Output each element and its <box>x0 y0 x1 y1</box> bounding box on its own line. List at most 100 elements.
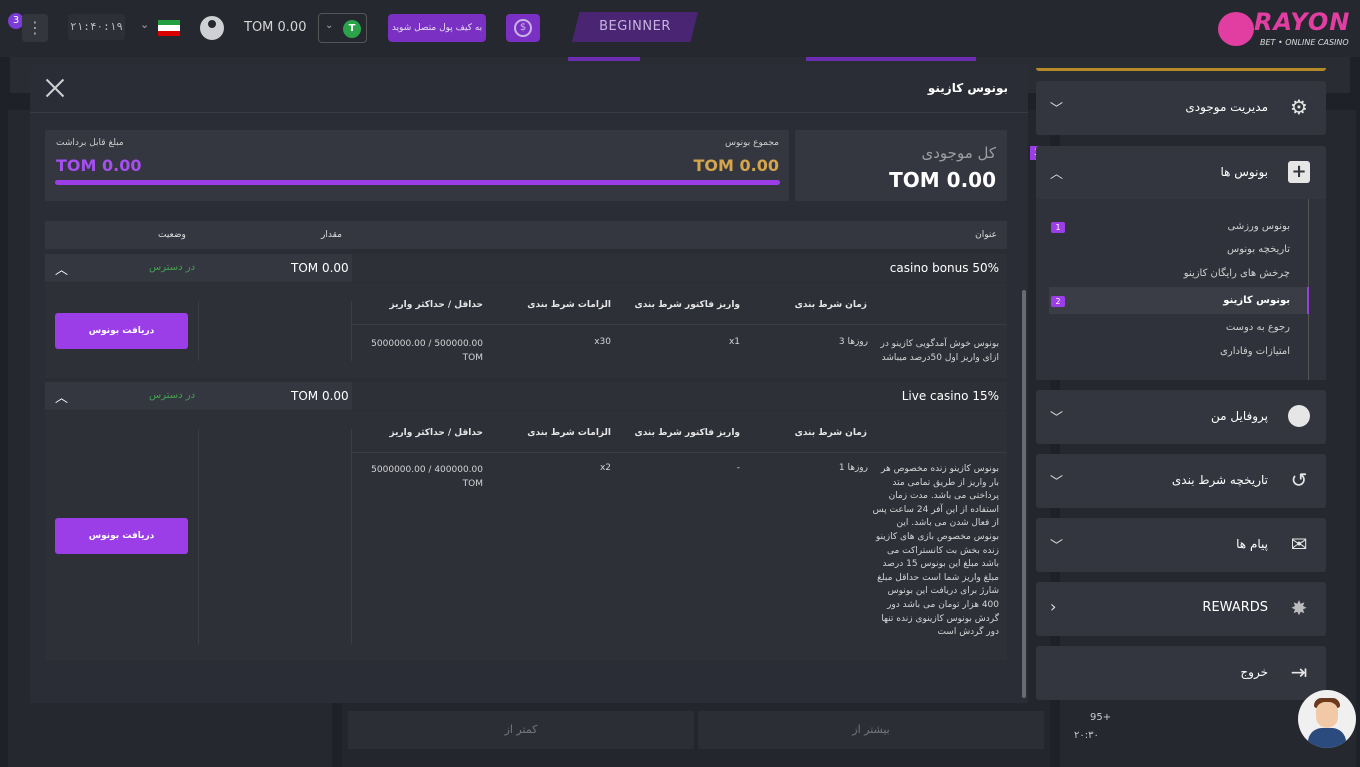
detail-col-time: زمان شرط بندی <box>794 300 867 310</box>
logo-subtitle: BET • ONLINE CASINO <box>1260 38 1349 47</box>
chevron-down-icon: ﹀ <box>1050 411 1064 426</box>
bonus-min-max: 5000000.00 / 400000.00 TOM <box>371 465 483 489</box>
submenu-item-free-spins[interactable]: چرخش های رایگان کازینو <box>1184 268 1290 279</box>
clock: ۲۱:۴۰:۱۹ <box>68 14 125 40</box>
deposit-button[interactable]: $ <box>506 14 540 42</box>
submenu-item-bonus-history[interactable]: تاریخچه بونوس <box>1227 244 1290 255</box>
chevron-up-icon[interactable]: ︿ <box>55 387 68 406</box>
modal-scrollbar[interactable] <box>1022 290 1026 698</box>
sidebar-item-logout[interactable]: خروج ⇥ <box>1036 646 1326 700</box>
casino-bonus-modal: بونوس کازینو کل موجودی TOM 0.00 مجموع بو… <box>30 65 1028 703</box>
tab-less-than[interactable]: کمتر از <box>348 711 694 749</box>
envelope-icon: ✉ <box>1290 532 1308 556</box>
bonus-description: بونوس خوش آمدگویی کازینو در ازای واریز ا… <box>880 339 999 363</box>
details-header: زمان شرط بندی واریز فاکتور شرط بندی الزا… <box>352 283 1007 325</box>
total-balance-label: کل موجودی <box>921 144 997 162</box>
detail-col-wagering: الزامات شرط بندی <box>527 428 611 438</box>
sidebar-item-label: بونوس ها <box>1220 165 1268 179</box>
history-icon: ↺ <box>1290 468 1308 492</box>
detail-col-wagering: الزامات شرط بندی <box>527 300 611 310</box>
support-avatar-face <box>1316 702 1338 728</box>
level-badge: BEGINNER <box>572 12 698 42</box>
sidebar-item-wallet-management[interactable]: مدیریت موجودی ⚙ ﹀ <box>1036 81 1326 135</box>
total-balance-value: TOM 0.00 <box>889 168 996 192</box>
flag-stripe-red <box>158 30 180 36</box>
user-avatar-icon[interactable] <box>200 16 224 40</box>
submenu-item-casino-bonus[interactable]: بونوس کازینو <box>1223 295 1290 306</box>
subnav-highlight <box>568 57 640 61</box>
submenu-item-sports-bonus[interactable]: بونوس ورزشی <box>1228 221 1291 232</box>
chevron-up-icon: ︿ <box>1050 167 1064 182</box>
modal-header: بونوس کازینو <box>30 65 1028 113</box>
chevron-up-icon[interactable]: ︿ <box>55 259 68 278</box>
chevron-down-icon: ﹀ <box>1050 102 1064 117</box>
chevron-down-icon[interactable]: ⌄ <box>140 18 149 31</box>
bonus-total-label: مجموع بونوس <box>724 138 779 148</box>
support-avatar-suit <box>1308 728 1346 748</box>
detail-col-min-max: حداقل / حداکثر واریز <box>389 428 484 438</box>
language-flag-icon[interactable] <box>158 20 180 36</box>
bonus-status: در دسترس <box>149 390 196 401</box>
gift-box-icon: + <box>1288 161 1310 183</box>
sidebar-item-label: REWARDS <box>1202 600 1268 615</box>
bonus-deposit-factor: x1 <box>728 337 740 347</box>
logo-mark-icon <box>1218 12 1254 46</box>
bonus-details-live-casino: دریافت بونوس زمان شرط بندی واریز فاکتور … <box>45 411 1007 660</box>
sidebar-item-label: تاریخچه شرط بندی <box>1171 473 1268 487</box>
sidebar-item-bonuses[interactable]: بونوس ها + ︿ <box>1036 146 1326 200</box>
withdrawable-label: مبلغ قابل برداشت <box>56 138 124 148</box>
close-icon[interactable] <box>44 77 66 99</box>
details-header: زمان شرط بندی واریز فاکتور شرط بندی الزا… <box>352 411 1007 453</box>
bonus-title: casino bonus 50% <box>889 261 999 275</box>
submenu-item-refer-friend[interactable]: رجوع به دوست <box>1226 322 1290 333</box>
bonus-title-cell: Live casino 15% <box>352 382 1007 410</box>
bonus-wagering: x2 <box>599 463 611 473</box>
sidebar-item-label: مدیریت موجودی <box>1185 100 1268 114</box>
bonuses-submenu: بونوس ورزشی 1 تاریخچه بونوس چرخش های رای… <box>1036 199 1326 380</box>
bonus-progress-bar <box>55 180 780 185</box>
bonus-row-live-casino[interactable]: Live casino 15% TOM 0.00 در دسترس ︿ <box>45 382 1007 410</box>
bonus-details-casino: دریافت بونوس زمان شرط بندی واریز فاکتور … <box>45 283 1007 378</box>
logout-icon: ⇥ <box>1290 660 1308 684</box>
chevron-right-icon: › <box>1050 597 1057 616</box>
bonus-table-header: عنوان مقدار وضعیت <box>45 221 1007 249</box>
sidebar-item-label: پیام ها <box>1236 537 1268 551</box>
submenu-item-loyalty-points[interactable]: امتیازات وفاداری <box>1220 346 1290 357</box>
currency-selector[interactable]: ⌄ T <box>318 13 367 43</box>
tom-coin-icon: T <box>343 20 361 38</box>
detail-col-deposit-factor: واریز فاکتور شرط بندی <box>634 300 740 310</box>
chevron-down-icon: ⌄ <box>325 20 334 31</box>
column-divider <box>198 429 199 644</box>
chevron-down-icon: ﹀ <box>1050 475 1064 490</box>
claim-bonus-button[interactable]: دریافت بونوس <box>55 313 188 349</box>
sidebar-item-label: خروج <box>1240 665 1268 679</box>
sidebar-item-messages[interactable]: پیام ها ✉ ﹀ <box>1036 518 1326 572</box>
count-badge: 95+ <box>1090 712 1112 723</box>
chevron-down-icon: ﹀ <box>1050 539 1064 554</box>
award-badge-icon: ✸ <box>1290 596 1308 620</box>
sidebar-item-label: پروفایل من <box>1211 409 1268 423</box>
bonus-time: 1 روزها <box>838 463 868 473</box>
time-left: ۲۰:۳۰ <box>1074 730 1099 741</box>
detail-col-min-max: حداقل / حداکثر واریز <box>389 300 484 310</box>
tab-more-than[interactable]: بیشتر از <box>698 711 1044 749</box>
sidebar-item-profile[interactable]: پروفایل من ﹀ <box>1036 390 1326 444</box>
connect-wallet-button[interactable]: به کیف پول متصل شوید <box>388 14 486 42</box>
bonus-total-value: TOM 0.00 <box>693 156 779 175</box>
menu-kebab-icon[interactable]: ⋮ <box>22 14 48 42</box>
sidebar-item-rewards[interactable]: REWARDS ✸ › <box>1036 582 1326 636</box>
top-header: 3 ⋮ ۲۱:۴۰:۱۹ ⌄ TOM 0.00 ⌄ T به کیف پول م… <box>0 0 1360 57</box>
bonus-row-casino[interactable]: casino bonus 50% TOM 0.00 در دسترس ︿ <box>45 254 1007 282</box>
detail-col-time: زمان شرط بندی <box>794 428 867 438</box>
support-avatar-button[interactable] <box>1298 690 1356 748</box>
logo-word: RAYON <box>1254 8 1351 36</box>
bonus-details-table: زمان شرط بندی واریز فاکتور شرط بندی الزا… <box>352 283 1007 378</box>
rayon-logo[interactable]: RAYON BET • ONLINE CASINO <box>1218 8 1358 50</box>
claim-bonus-button[interactable]: دریافت بونوس <box>55 518 188 554</box>
bonus-amount: TOM 0.00 <box>291 261 349 275</box>
bonus-deposit-factor: - <box>736 463 740 473</box>
sidebar-item-bet-history[interactable]: تاریخچه شرط بندی ↺ ﹀ <box>1036 454 1326 508</box>
bonus-status: در دسترس <box>149 262 196 273</box>
column-divider <box>198 301 199 361</box>
subnav-highlight <box>806 57 976 61</box>
